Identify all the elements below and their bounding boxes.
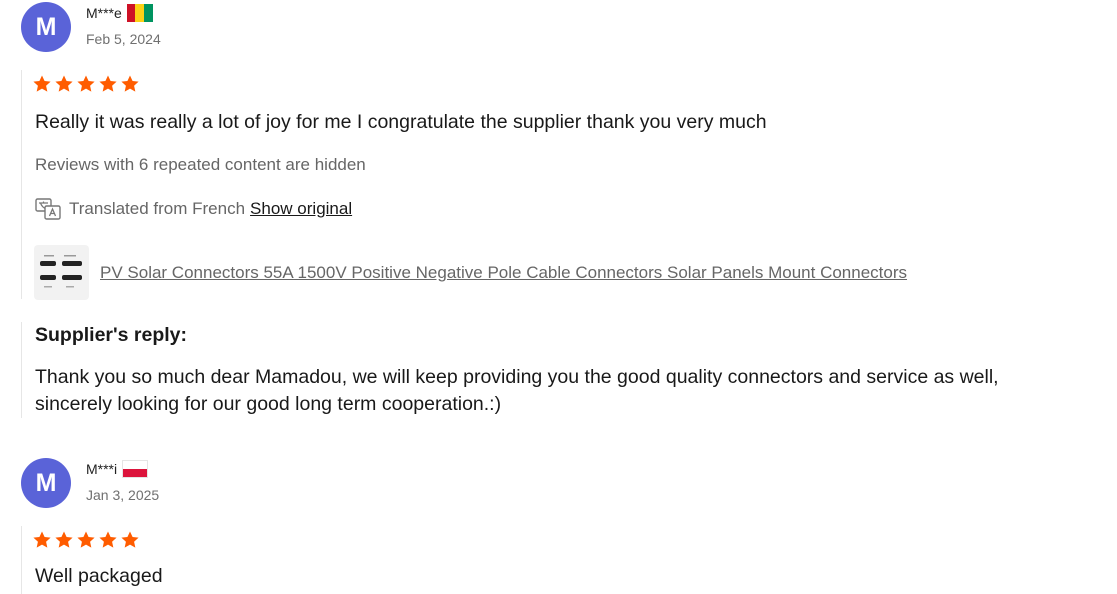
star-rating bbox=[32, 530, 140, 550]
star-icon bbox=[77, 75, 95, 92]
translated-label: Translated from French bbox=[69, 199, 246, 218]
avatar: M bbox=[21, 2, 71, 52]
star-icon bbox=[121, 531, 139, 548]
reviewer-name-row: M***e bbox=[86, 4, 153, 22]
reviewer-name: M***e bbox=[86, 5, 122, 21]
guinea-flag-icon bbox=[126, 4, 153, 22]
star-icon bbox=[33, 531, 51, 548]
connector-icon bbox=[40, 255, 82, 288]
poland-flag-icon bbox=[122, 460, 149, 478]
show-original-link[interactable]: Show original bbox=[250, 199, 352, 219]
supplier-reply-text: Thank you so much dear Mamadou, we will … bbox=[35, 366, 999, 415]
review-date: Feb 5, 2024 bbox=[86, 31, 161, 47]
review-text: Really it was really a lot of joy for me… bbox=[35, 111, 767, 133]
translate-icon bbox=[35, 198, 61, 220]
star-icon bbox=[33, 75, 51, 92]
star-rating bbox=[32, 74, 140, 94]
avatar: M bbox=[21, 458, 71, 508]
star-icon bbox=[55, 531, 73, 548]
star-icon bbox=[99, 75, 117, 92]
star-icon bbox=[121, 75, 139, 92]
review-body: Really it was really a lot of joy for me… bbox=[21, 70, 1035, 300]
star-icon bbox=[55, 75, 73, 92]
hidden-reviews-note: Reviews with 6 repeated content are hidd… bbox=[35, 155, 366, 174]
translation-row: Translated from French Show original bbox=[35, 198, 352, 220]
review-body: Well packaged bbox=[21, 526, 1035, 594]
product-title-link[interactable]: PV Solar Connectors 55A 1500V Positive N… bbox=[100, 263, 907, 283]
supplier-reply: Supplier's reply: Thank you so much dear… bbox=[21, 322, 1021, 418]
star-icon bbox=[77, 531, 95, 548]
star-icon bbox=[99, 531, 117, 548]
product-thumbnail[interactable] bbox=[34, 245, 89, 300]
review-text: Well packaged bbox=[35, 565, 163, 587]
product-row: PV Solar Connectors 55A 1500V Positive N… bbox=[34, 245, 907, 300]
supplier-reply-title: Supplier's reply: bbox=[35, 324, 188, 346]
reviewer-name: M***i bbox=[86, 461, 118, 477]
reviewer-name-row: M***i bbox=[86, 460, 149, 478]
review-date: Jan 3, 2025 bbox=[86, 487, 160, 503]
reviews-page: M M***e Feb 5, 2024 Really it was really… bbox=[0, 0, 1117, 594]
